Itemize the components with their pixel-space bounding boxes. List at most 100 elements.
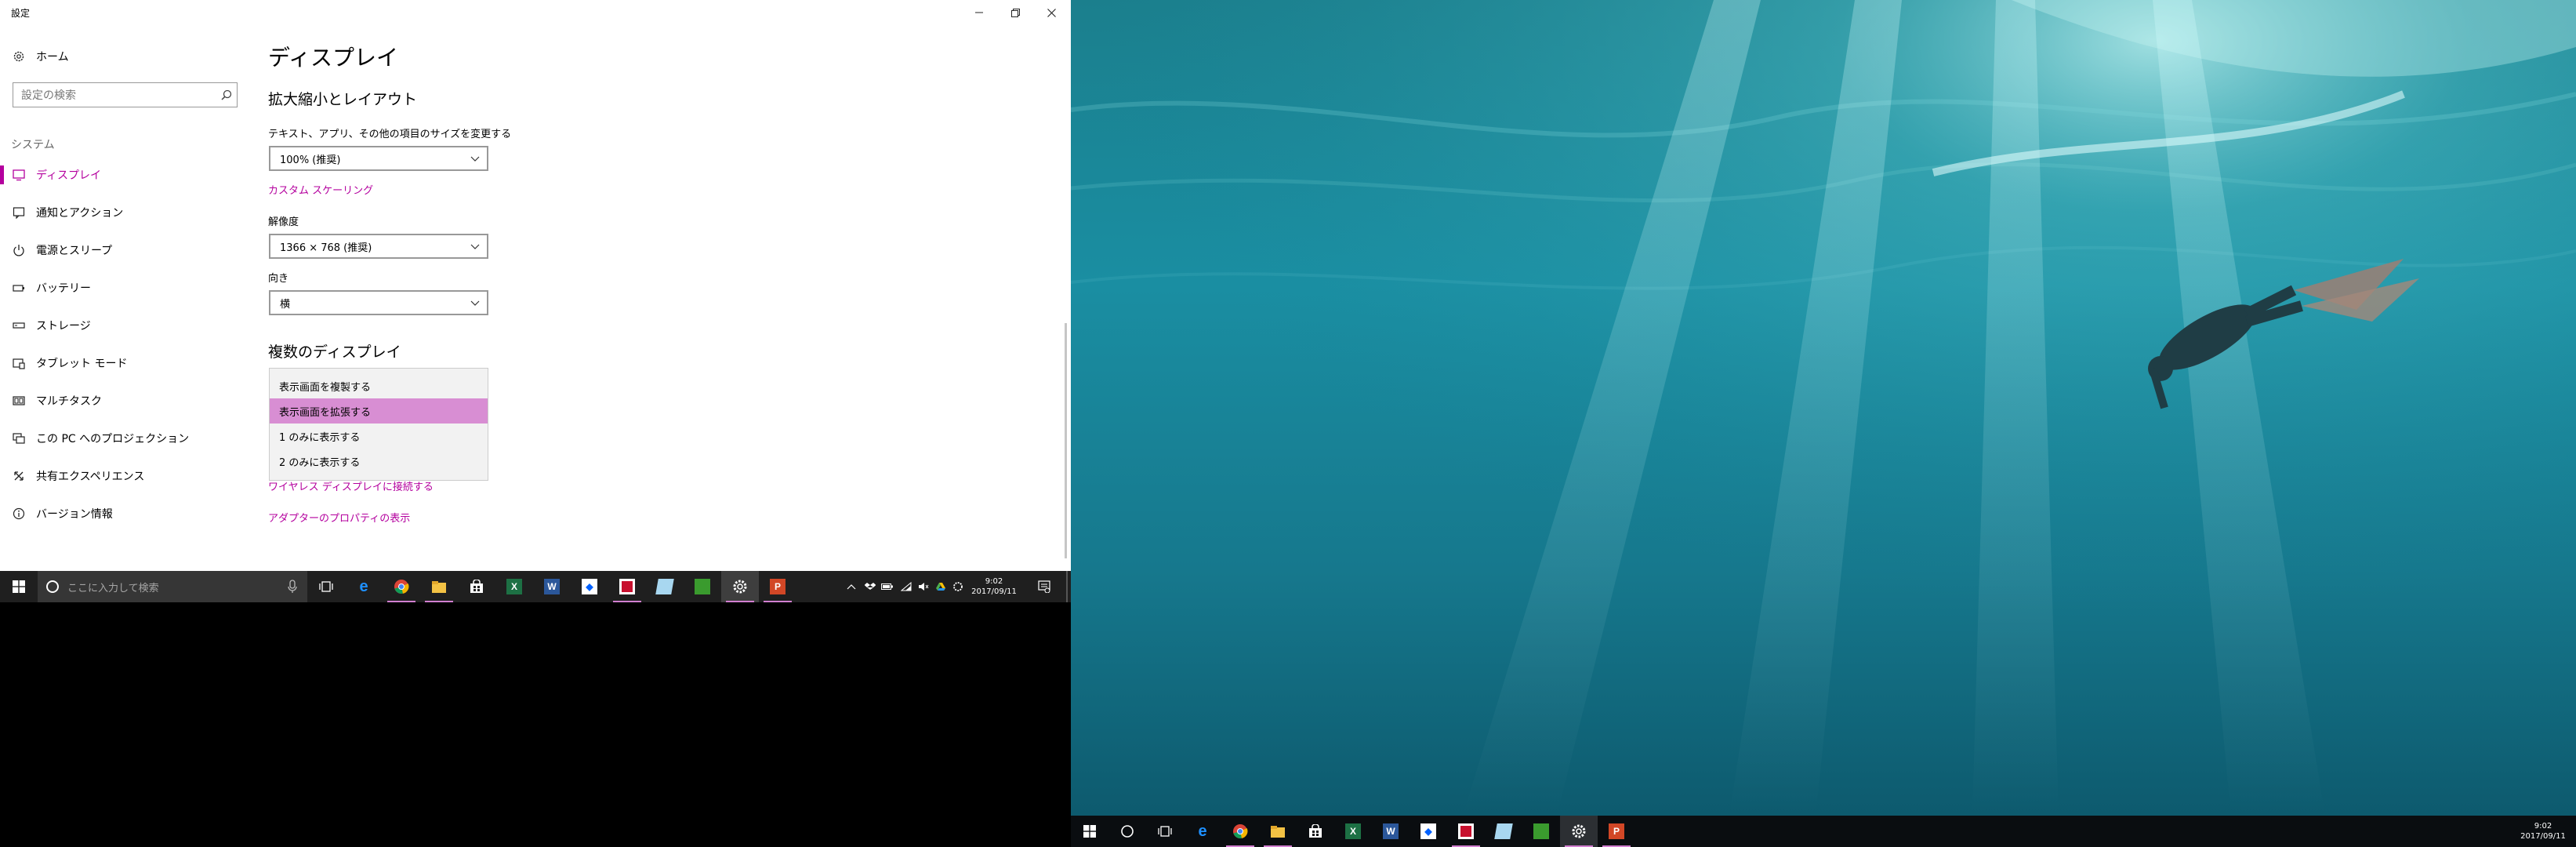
taskbar-search-box[interactable]: ここに入力して検索 (38, 571, 307, 602)
adapter-properties-link[interactable]: アダプターのプロパティの表示 (268, 510, 410, 525)
show-desktop-button[interactable] (1066, 571, 1068, 602)
page-title: ディスプレイ (268, 45, 399, 71)
action-center-button[interactable] (1036, 580, 1052, 593)
taskbar-app-notepad[interactable] (646, 571, 684, 602)
clock-date: 2017/09/11 (971, 587, 1017, 596)
sidebar-item-shared-experiences[interactable]: 共有エクスペリエンス (0, 458, 251, 494)
scrollbar[interactable] (1065, 25, 1068, 566)
sidebar-item-display[interactable]: ディスプレイ (0, 157, 251, 193)
info-icon (11, 506, 27, 522)
taskbar-app-excel[interactable]: X (495, 571, 533, 602)
projection-icon (11, 431, 27, 446)
taskbar-app-explorer[interactable] (420, 571, 458, 602)
wireless-display-link[interactable]: ワイヤレス ディスプレイに接続する (268, 478, 434, 493)
taskbar-clock[interactable]: 9:02 2017/09/11 (969, 576, 1019, 597)
scale-dropdown[interactable]: 100% (推奨) (269, 146, 488, 171)
option-duplicate[interactable]: 表示画面を複製する (270, 373, 488, 398)
task-view-button-secondary[interactable] (1146, 816, 1184, 847)
close-icon (1047, 8, 1056, 17)
task-view-button[interactable] (307, 571, 345, 602)
scrollbar-thumb[interactable] (1065, 323, 1067, 558)
powerpoint-icon: P (1609, 823, 1624, 839)
notification-icon (11, 205, 27, 220)
taskbar-app-edge[interactable]: e (1184, 816, 1221, 847)
taskbar-app-store[interactable] (1297, 816, 1334, 847)
taskbar-app-settings[interactable] (1560, 816, 1598, 847)
sidebar-item-battery[interactable]: バッテリー (0, 270, 251, 306)
option-only-1[interactable]: 1 のみに表示する (270, 424, 488, 449)
sidebar-item-projection[interactable]: この PC へのプロジェクション (0, 420, 251, 456)
taskbar-app-explorer[interactable] (1259, 816, 1297, 847)
store-icon (470, 580, 483, 593)
close-button[interactable] (1033, 0, 1069, 25)
sidebar-item-notifications[interactable]: 通知とアクション (0, 194, 251, 231)
storage-icon (11, 318, 27, 333)
taskbar-app-excel[interactable]: X (1334, 816, 1372, 847)
option-extend[interactable]: 表示画面を拡張する (270, 398, 488, 424)
dropbox-tray-icon[interactable] (864, 580, 876, 593)
taskbar-app-store[interactable] (458, 571, 495, 602)
power-icon (11, 242, 27, 258)
cortana-button[interactable] (1108, 816, 1146, 847)
nav-home-label: ホーム (36, 51, 69, 64)
scale-section-heading: 拡大縮小とレイアウト (268, 91, 418, 108)
restore-button[interactable] (997, 0, 1033, 25)
option-only-2[interactable]: 2 のみに表示する (270, 449, 488, 474)
google-drive-tray-icon[interactable] (934, 580, 947, 593)
taskbar-app-green[interactable] (684, 571, 721, 602)
gear-tray-icon[interactable] (952, 580, 964, 593)
sidebar-item-power[interactable]: 電源とスリープ (0, 232, 251, 268)
sidebar-item-tablet-mode[interactable]: タブレット モード (0, 345, 251, 381)
battery-tray-icon[interactable] (881, 580, 894, 593)
taskbar-app-word[interactable]: W (533, 571, 571, 602)
custom-scaling-link[interactable]: カスタム スケーリング (268, 182, 373, 197)
tablet-icon (11, 355, 27, 371)
taskbar-secondary: e X W ◆ P 9:02 2017/09/11 (1071, 816, 2576, 847)
resolution-dropdown[interactable]: 1366 × 768 (推奨) (269, 234, 488, 259)
sidebar-item-multitasking[interactable]: マルチタスク (0, 383, 251, 419)
chevron-up-icon[interactable] (845, 580, 858, 593)
taskbar-app-green[interactable] (1522, 816, 1560, 847)
nav-home[interactable]: ホーム (11, 47, 69, 66)
settings-search-input[interactable]: 設定の検索 (13, 82, 238, 107)
taskbar-app-powerpoint[interactable]: P (759, 571, 796, 602)
sidebar-item-label: 通知とアクション (36, 207, 124, 220)
sidebar-item-about[interactable]: バージョン情報 (0, 496, 251, 532)
app-red-icon (1458, 823, 1474, 839)
settings-icon (733, 580, 747, 594)
sidebar-item-storage[interactable]: ストレージ (0, 307, 251, 344)
taskbar-app-notepad[interactable] (1485, 816, 1522, 847)
notepad-icon (1494, 823, 1513, 839)
green-app-icon (695, 579, 710, 594)
settings-icon (1572, 824, 1586, 838)
minimize-icon (975, 12, 983, 13)
taskbar-app-dropbox[interactable]: ◆ (1410, 816, 1447, 847)
sidebar-item-label: 共有エクスペリエンス (36, 471, 145, 483)
taskbar-app-red[interactable] (1447, 816, 1485, 847)
taskbar-app-red[interactable] (608, 571, 646, 602)
start-button-secondary[interactable] (1071, 816, 1108, 847)
sidebar-item-label: バージョン情報 (36, 508, 113, 521)
clock-date: 2017/09/11 (2520, 832, 2566, 841)
taskbar-app-edge[interactable]: e (345, 571, 383, 602)
taskbar-app-word[interactable]: W (1372, 816, 1410, 847)
orientation-dropdown[interactable]: 横 (269, 290, 488, 315)
search-icon[interactable] (216, 89, 237, 100)
resolution-value: 1366 × 768 (推奨) (280, 242, 372, 254)
taskbar-app-chrome[interactable] (1221, 816, 1259, 847)
task-view-icon (319, 581, 333, 592)
wifi-tray-icon[interactable] (900, 580, 912, 593)
minimize-button[interactable] (961, 0, 997, 25)
word-icon: W (544, 579, 560, 594)
multiple-displays-dropdown-list: 表示画面を複製する 表示画面を拡張する 1 のみに表示する 2 のみに表示する (269, 368, 488, 481)
microphone-icon[interactable] (287, 580, 298, 594)
taskbar-app-settings[interactable] (721, 571, 759, 602)
taskbar-app-chrome[interactable] (383, 571, 420, 602)
chrome-icon (1233, 824, 1248, 838)
taskbar-app-powerpoint[interactable]: P (1598, 816, 1635, 847)
taskbar-clock-secondary[interactable]: 9:02 2017/09/11 (2518, 821, 2568, 842)
start-button[interactable] (0, 571, 38, 602)
taskbar-app-dropbox[interactable]: ◆ (571, 571, 608, 602)
nav-section-label: システム (11, 139, 55, 151)
volume-muted-icon[interactable] (917, 580, 930, 593)
